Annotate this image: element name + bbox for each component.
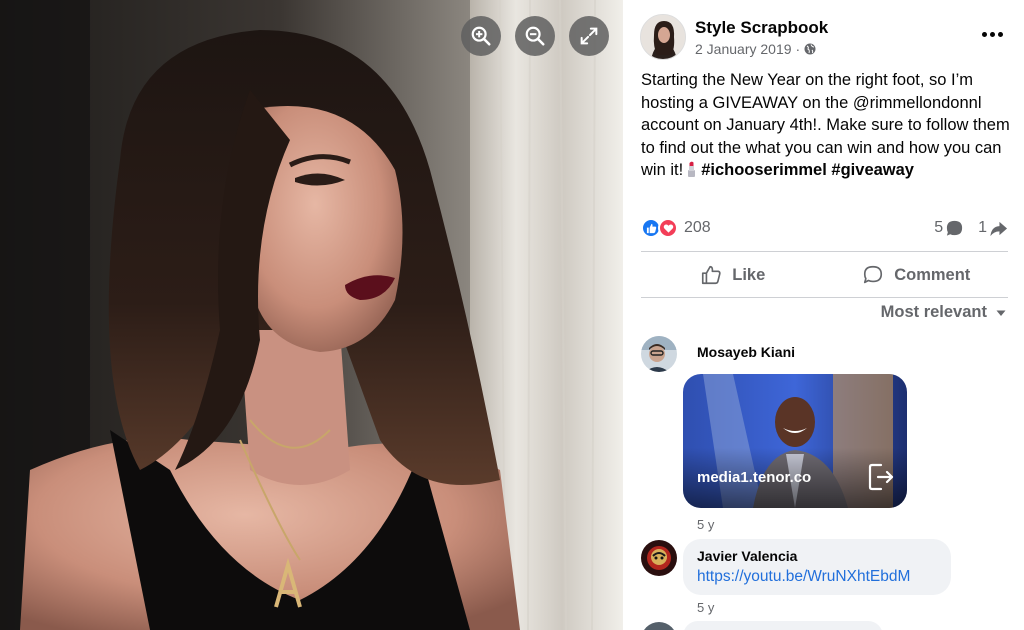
dot-icon	[989, 31, 995, 37]
reactions-summary: 208 5 1	[641, 214, 1008, 242]
post-header: Style Scrapbook 2 January 2019 ·	[640, 14, 1010, 62]
share-count-value: 1	[978, 219, 987, 236]
zoom-out-icon	[525, 26, 545, 46]
share-arrow-icon	[990, 221, 1008, 236]
commenter-avatar[interactable]	[641, 540, 677, 576]
dot-icon	[981, 31, 987, 37]
comment-bubble	[683, 621, 883, 630]
gif-domain: media1.tenor.co	[697, 469, 812, 486]
globe-icon	[804, 43, 816, 55]
comment-count-value: 5	[934, 219, 944, 236]
comment-bubble-icon	[946, 220, 963, 236]
comment-button[interactable]: Comment	[825, 253, 1009, 297]
comment-bubble: Javier Valencia https://youtu.be/WruNXht…	[683, 539, 951, 595]
comment-timestamp[interactable]: 5 y	[697, 600, 714, 615]
commenter-name[interactable]: Mosayeb Kiani	[697, 344, 795, 360]
open-external-icon[interactable]	[867, 462, 895, 492]
love-icon	[658, 218, 678, 238]
post-panel: Style Scrapbook 2 January 2019 · Startin…	[623, 0, 1024, 630]
reaction-icons[interactable]	[641, 218, 678, 238]
fullscreen-button[interactable]	[569, 16, 609, 56]
lipstick-emoji-icon	[688, 161, 696, 177]
avatar-image	[641, 336, 677, 372]
post-meta: 2 January 2019 ·	[695, 41, 816, 57]
post-actions: Like Comment	[641, 253, 1008, 297]
sort-label: Most relevant	[880, 303, 987, 321]
comment-icon	[864, 265, 883, 284]
engagement-counts: 5 1	[934, 219, 1008, 238]
caret-down-icon	[996, 310, 1006, 316]
zoom-in-icon	[471, 26, 491, 46]
photo-viewer	[0, 0, 623, 630]
dot-icon	[997, 31, 1003, 37]
like-button[interactable]: Like	[641, 253, 825, 297]
post-date[interactable]: 2 January 2019	[695, 41, 792, 57]
reaction-count[interactable]: 208	[684, 219, 711, 237]
expand-icon	[580, 27, 598, 45]
comment-count[interactable]: 5	[934, 219, 964, 238]
avatar-image	[641, 540, 677, 576]
page-name[interactable]: Style Scrapbook	[695, 18, 828, 38]
comment-timestamp[interactable]: 5 y	[697, 517, 714, 532]
thumbs-up-icon	[702, 265, 721, 285]
comment-label: Comment	[894, 265, 971, 284]
page-avatar[interactable]	[640, 14, 686, 60]
comment-sort-dropdown[interactable]: Most relevant	[881, 303, 1007, 322]
meta-separator: ·	[795, 41, 801, 57]
post-photo	[0, 0, 623, 630]
avatar-image	[641, 15, 685, 59]
comment-link[interactable]: https://youtu.be/WruNXhtEbdM	[697, 568, 910, 586]
share-count[interactable]: 1	[978, 219, 1008, 238]
divider	[641, 297, 1008, 298]
commenter-avatar[interactable]	[641, 336, 677, 372]
more-options-button[interactable]	[974, 20, 1010, 48]
hashtag-link[interactable]: #ichooserimmel	[701, 161, 827, 179]
commenter-name[interactable]: Javier Valencia	[697, 548, 797, 564]
zoom-in-button[interactable]	[461, 16, 501, 56]
divider	[641, 251, 1008, 252]
zoom-out-button[interactable]	[515, 16, 555, 56]
post-text: Starting the New Year on the right foot,…	[641, 69, 1013, 182]
gif-attachment[interactable]: media1.tenor.co	[683, 374, 907, 508]
hashtag-link[interactable]: #giveaway	[831, 161, 914, 179]
like-label: Like	[732, 265, 766, 284]
